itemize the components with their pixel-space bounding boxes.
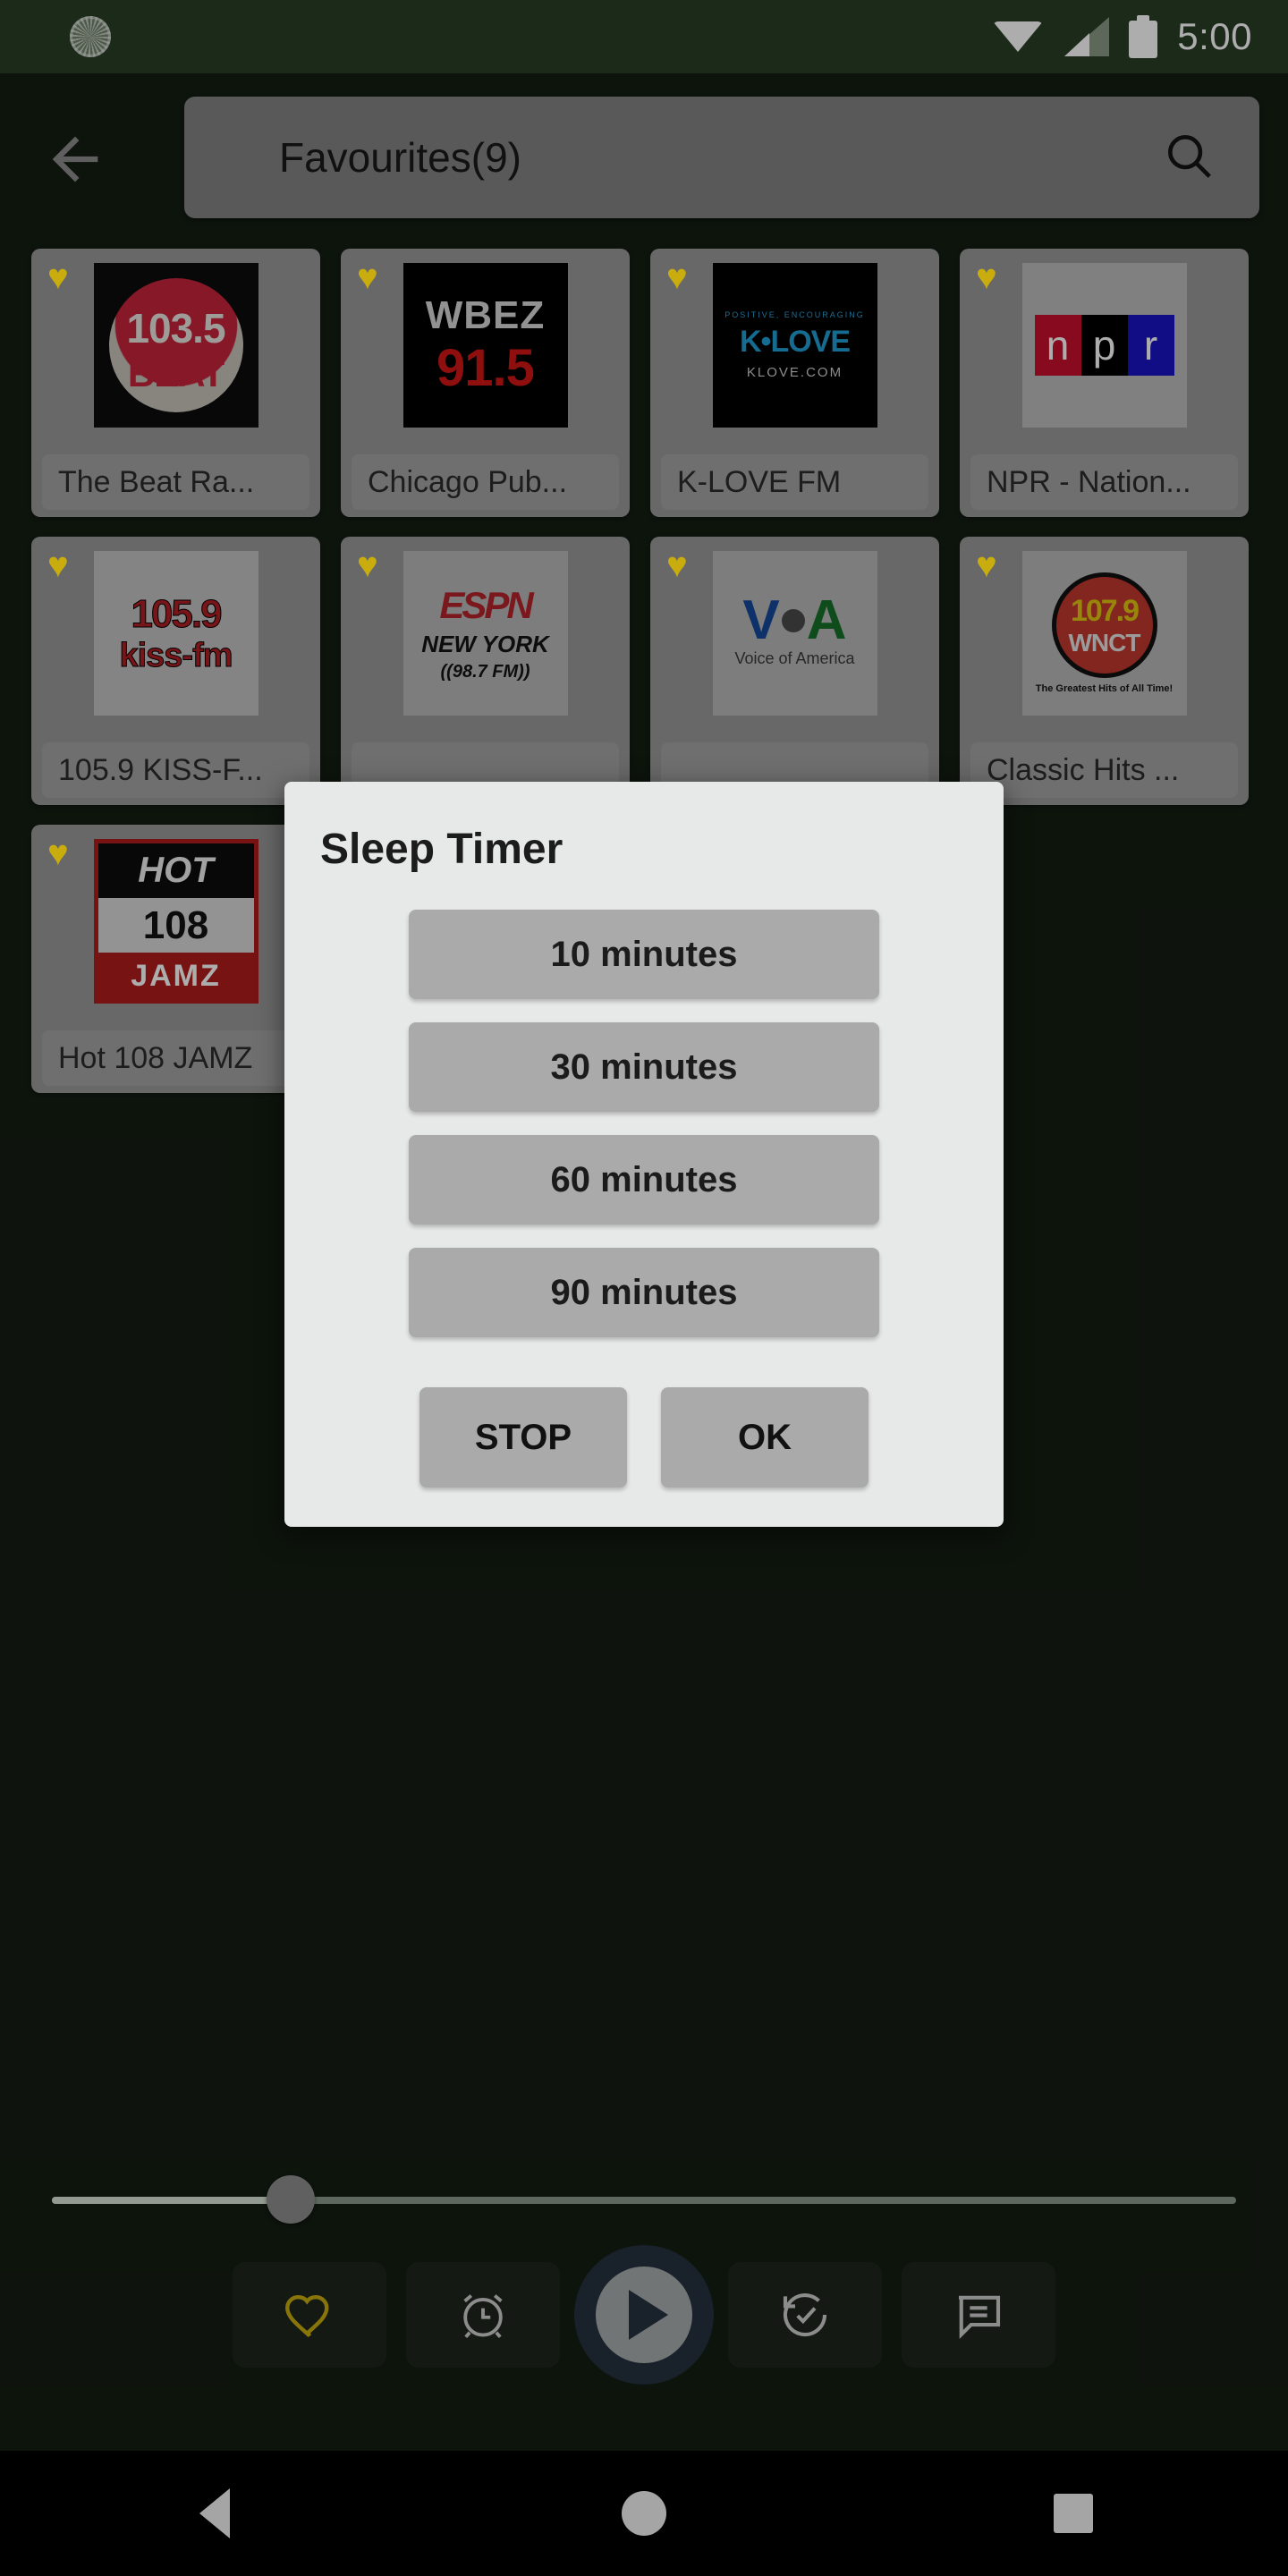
favourite-heart-icon[interactable]: ♥: [666, 259, 688, 295]
favourite-heart-icon[interactable]: ♥: [666, 547, 688, 583]
sleep-timer-dialog: Sleep Timer 10 minutes 30 minutes 60 min…: [284, 782, 1004, 1527]
back-nav-icon: [199, 2488, 230, 2538]
nav-recents-button[interactable]: [993, 2451, 1154, 2576]
timer-option-60[interactable]: 60 minutes: [409, 1135, 879, 1224]
dialog-actions: STOP OK: [284, 1387, 1004, 1487]
favourite-heart-icon[interactable]: ♥: [47, 547, 69, 583]
favourite-heart-icon[interactable]: ♥: [976, 547, 997, 583]
nav-home-button[interactable]: [564, 2451, 724, 2576]
favourite-heart-icon[interactable]: ♥: [976, 259, 997, 295]
favourite-heart-icon[interactable]: ♥: [357, 547, 378, 583]
favourite-heart-icon[interactable]: ♥: [357, 259, 378, 295]
timer-option-90[interactable]: 90 minutes: [409, 1248, 879, 1337]
timer-option-30[interactable]: 30 minutes: [409, 1022, 879, 1112]
favourite-heart-icon[interactable]: ♥: [47, 259, 69, 295]
dialog-title: Sleep Timer: [320, 826, 564, 873]
home-nav-icon: [622, 2491, 666, 2536]
ok-button[interactable]: OK: [661, 1387, 869, 1487]
recents-nav-icon: [1054, 2494, 1093, 2533]
stop-button[interactable]: STOP: [419, 1387, 627, 1487]
favourite-heart-icon[interactable]: ♥: [47, 835, 69, 871]
app-screen: 5:00 Favourites(9) ♥ 103.5 BEAT The Beat…: [0, 0, 1288, 2576]
timer-option-10[interactable]: 10 minutes: [409, 910, 879, 999]
system-nav-bar: [0, 2451, 1288, 2576]
nav-back-button[interactable]: [134, 2451, 295, 2576]
timer-options-list: 10 minutes 30 minutes 60 minutes 90 minu…: [284, 910, 1004, 1337]
